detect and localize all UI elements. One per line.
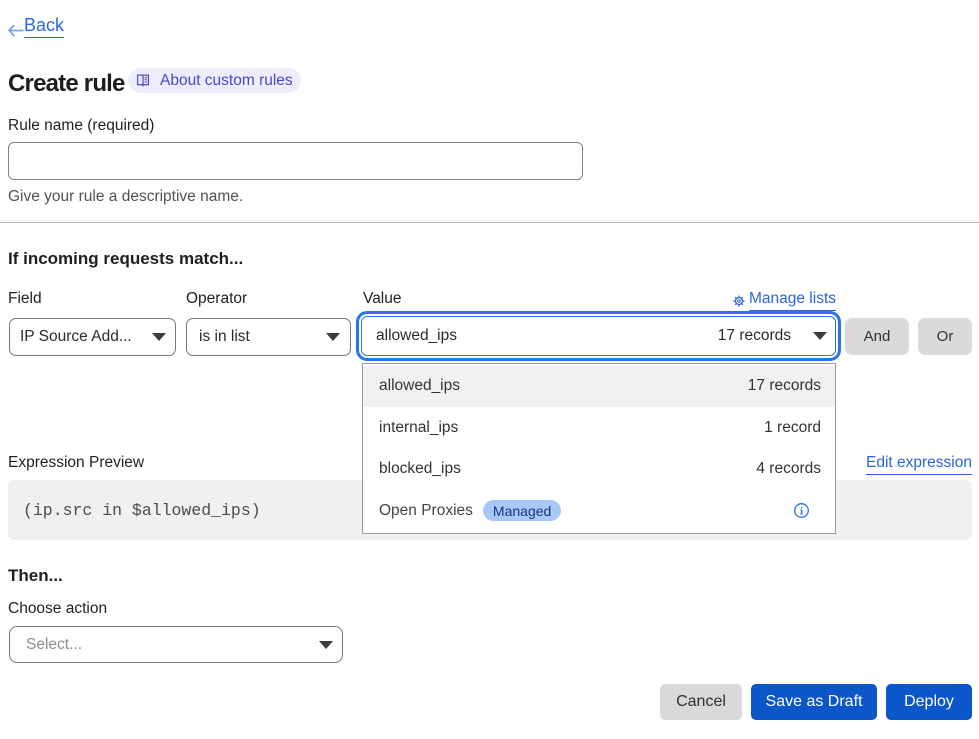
- svg-text:i: i: [800, 506, 803, 518]
